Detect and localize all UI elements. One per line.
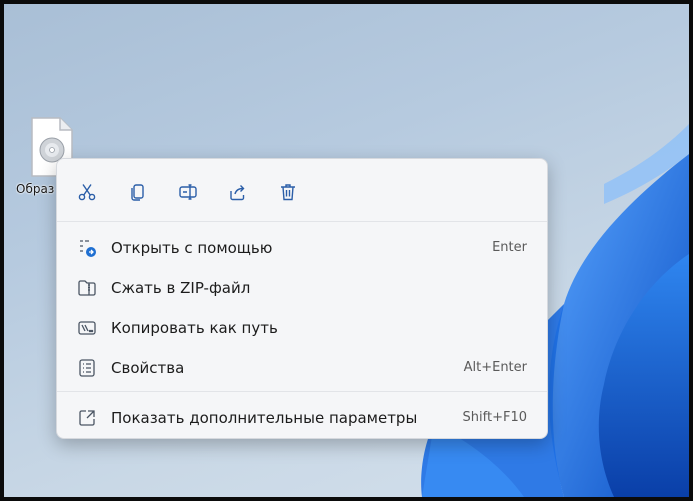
menu-item-properties[interactable]: Свойства Alt+Enter [57, 350, 547, 386]
menu-item-shortcut: Shift+F10 [462, 410, 527, 425]
cut-icon [78, 184, 96, 201]
copy-path-icon [77, 318, 97, 338]
menu-item-label: Сжать в ZIP-файл [111, 279, 251, 297]
copy-button[interactable] [123, 177, 153, 207]
copy-icon [131, 184, 144, 201]
rename-button[interactable] [173, 177, 203, 207]
menu-item-label: Свойства [111, 359, 185, 377]
menu-item-copy-as-path[interactable]: Копировать как путь [57, 310, 547, 346]
menu-item-shortcut: Enter [492, 240, 527, 255]
menu-item-open-with[interactable]: Открыть с помощью Enter [57, 230, 547, 266]
share-icon [230, 185, 245, 201]
context-menu: Открыть с помощью Enter Сжать в ZIP-файл [56, 158, 548, 439]
open-with-icon [77, 238, 97, 258]
menu-item-compress-zip[interactable]: Сжать в ZIP-файл [57, 270, 547, 306]
menu-item-show-more-options[interactable]: Показать дополнительные параметры Shift+… [57, 400, 547, 436]
zip-icon [77, 278, 97, 298]
share-button[interactable] [223, 177, 253, 207]
cut-button[interactable] [72, 177, 102, 207]
context-menu-toolbar [57, 159, 547, 221]
delete-icon [281, 184, 295, 201]
properties-icon [77, 358, 97, 378]
more-options-icon [77, 408, 97, 428]
menu-item-label: Копировать как путь [111, 319, 278, 337]
rename-icon [179, 184, 197, 200]
menu-separator [57, 221, 547, 222]
menu-item-label: Показать дополнительные параметры [111, 409, 418, 427]
menu-separator [57, 391, 547, 392]
menu-item-shortcut: Alt+Enter [463, 360, 527, 375]
menu-item-label: Открыть с помощью [111, 239, 273, 257]
desktop: Образ Открыть с помощью Enter Сжать в ZI… [4, 4, 689, 497]
delete-button[interactable] [273, 177, 303, 207]
